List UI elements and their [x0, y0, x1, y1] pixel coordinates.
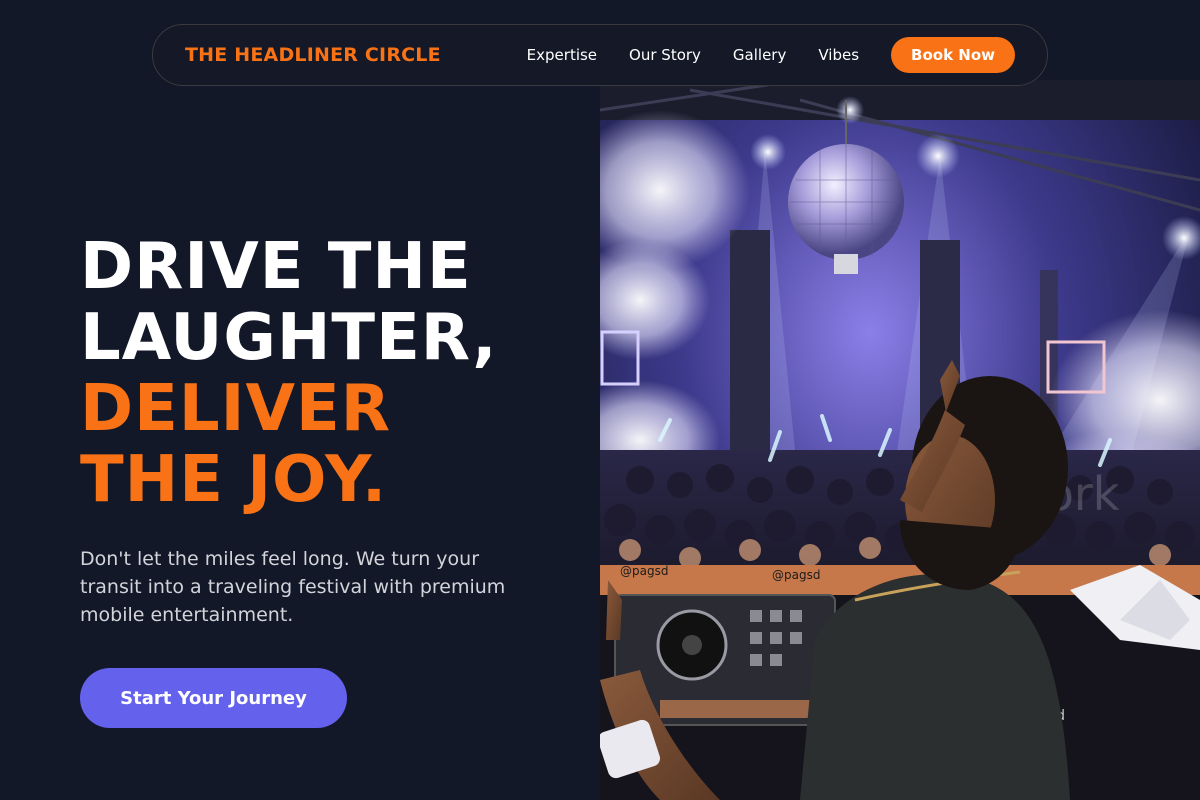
hero-subtitle: Don't let the miles feel long. We turn y…	[80, 548, 506, 626]
hero-title-line-1: DRIVE THE	[80, 230, 472, 304]
nav-link-expertise[interactable]: Expertise	[527, 46, 597, 64]
hero-title: DRIVE THE LAUGHTER, DELIVER THE JOY.	[80, 232, 498, 516]
hero-title-line-3: DELIVER	[80, 372, 391, 446]
nav-link-our-story[interactable]: Our Story	[629, 46, 701, 64]
hero-title-line-2: LAUGHTER,	[80, 301, 498, 375]
book-now-button[interactable]: Book Now	[891, 37, 1015, 73]
hero-title-line-4: THE JOY.	[80, 443, 388, 517]
start-journey-button[interactable]: Start Your Journey	[80, 668, 347, 728]
deck-label-1: @pagsd	[620, 564, 668, 578]
brand-logo[interactable]: THE HEADLINER CIRCLE	[185, 44, 441, 66]
nav-link-vibes[interactable]: Vibes	[818, 46, 859, 64]
nav-links: Expertise Our Story Gallery Vibes	[527, 46, 859, 64]
nav-link-gallery[interactable]: Gallery	[733, 46, 786, 64]
hero-image-dj-crowd: ly.work @pagsd @pagsd qsd	[600, 80, 1200, 800]
deck-label-2: @pagsd	[772, 568, 820, 582]
top-navbar: THE HEADLINER CIRCLE Expertise Our Story…	[152, 24, 1048, 86]
